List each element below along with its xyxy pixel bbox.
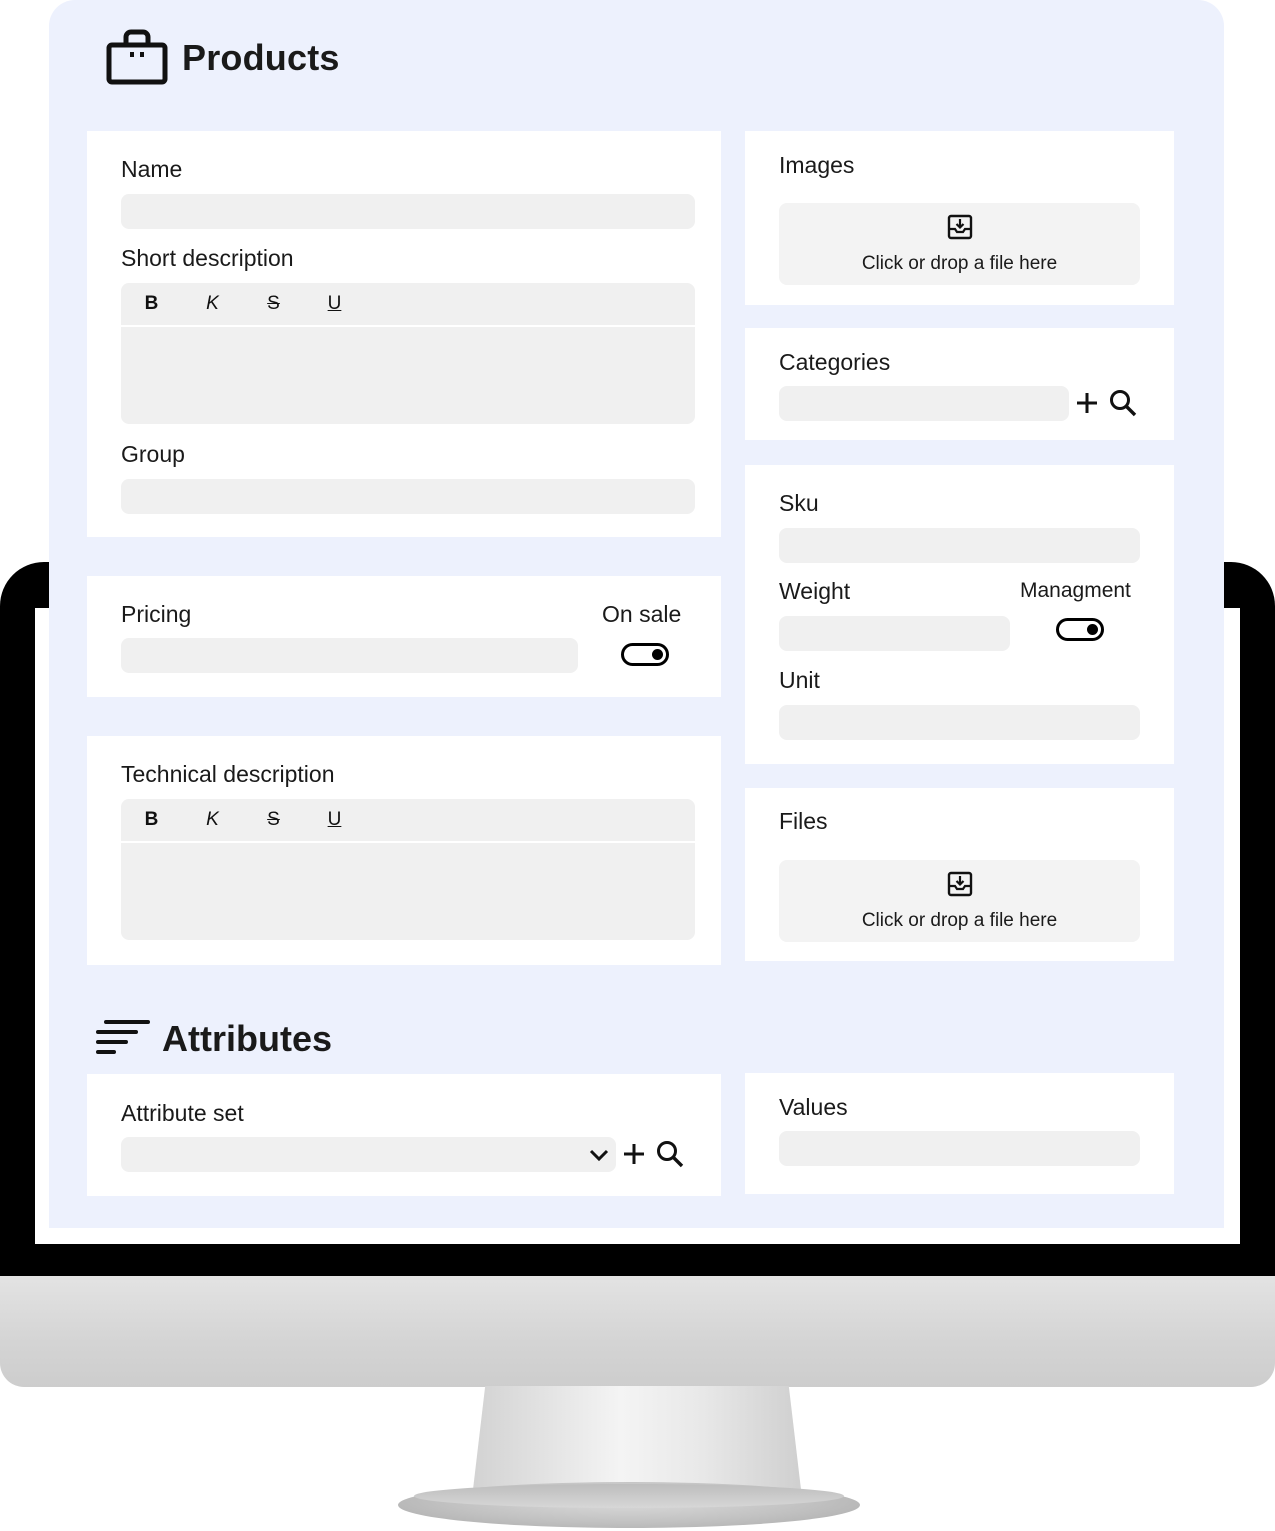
categories-label: Categories xyxy=(779,349,891,375)
attribute-set-label: Attribute set xyxy=(121,1100,244,1126)
attribute-set-select[interactable] xyxy=(121,1137,616,1172)
short-description-label: Short description xyxy=(121,245,294,271)
monitor-base-top xyxy=(414,1484,844,1508)
bold-button[interactable]: B xyxy=(121,293,182,315)
on-sale-toggle[interactable] xyxy=(621,643,669,666)
underline-button[interactable]: U xyxy=(304,293,365,315)
strikethrough-button[interactable]: S xyxy=(243,293,304,315)
short-description-toolbar: B K S U xyxy=(121,283,695,325)
inbox-download-icon xyxy=(947,871,973,902)
sku-label: Sku xyxy=(779,490,819,516)
technical-description-editor[interactable] xyxy=(121,843,695,940)
attribute-set-card xyxy=(87,1074,721,1196)
images-dropzone[interactable]: Click or drop a file here xyxy=(779,203,1140,285)
name-label: Name xyxy=(121,156,183,182)
plus-icon[interactable] xyxy=(1075,391,1099,420)
toggle-knob xyxy=(652,649,663,660)
group-label: Group xyxy=(121,441,185,467)
values-input[interactable] xyxy=(779,1131,1140,1166)
plus-icon[interactable] xyxy=(622,1142,646,1171)
strikethrough-button[interactable]: S xyxy=(243,809,304,831)
italic-button[interactable]: K xyxy=(182,293,243,315)
inbox-download-icon xyxy=(947,214,973,245)
shopping-bag-icon xyxy=(106,27,168,90)
page-title: Products xyxy=(182,37,340,78)
management-label: Managment xyxy=(1020,579,1131,602)
chevron-down-icon[interactable] xyxy=(588,1146,610,1169)
files-dropzone-text: Click or drop a file here xyxy=(861,909,1058,931)
attributes-header: Attributes xyxy=(96,1014,332,1064)
weight-input[interactable] xyxy=(779,616,1010,651)
search-icon[interactable] xyxy=(655,1139,685,1174)
underline-button[interactable]: U xyxy=(304,809,365,831)
group-input[interactable] xyxy=(121,479,695,514)
values-label: Values xyxy=(779,1094,848,1120)
sku-input[interactable] xyxy=(779,528,1140,563)
images-label: Images xyxy=(779,152,855,178)
pricing-input[interactable] xyxy=(121,638,578,673)
sort-lines-icon xyxy=(96,1019,150,1060)
italic-button[interactable]: K xyxy=(182,809,243,831)
files-label: Files xyxy=(779,808,828,834)
unit-label: Unit xyxy=(779,667,820,693)
categories-card xyxy=(745,328,1174,440)
categories-input[interactable] xyxy=(779,386,1069,421)
name-input[interactable] xyxy=(121,194,695,229)
pricing-card xyxy=(87,576,721,697)
management-toggle[interactable] xyxy=(1056,618,1104,641)
files-dropzone[interactable]: Click or drop a file here xyxy=(779,860,1140,942)
technical-description-label: Technical description xyxy=(121,761,335,787)
technical-description-toolbar: B K S U xyxy=(121,799,695,841)
weight-label: Weight xyxy=(779,578,851,604)
pricing-label: Pricing xyxy=(121,601,192,627)
attributes-title: Attributes xyxy=(162,1018,332,1059)
search-icon[interactable] xyxy=(1108,388,1138,423)
short-description-editor[interactable] xyxy=(121,327,695,424)
toggle-knob xyxy=(1087,624,1098,635)
unit-input[interactable] xyxy=(779,705,1140,740)
images-dropzone-text: Click or drop a file here xyxy=(861,252,1058,274)
on-sale-label: On sale xyxy=(602,601,682,627)
monitor-chin xyxy=(0,1276,1275,1387)
bold-button[interactable]: B xyxy=(121,809,182,831)
page-header: Products xyxy=(106,28,340,88)
